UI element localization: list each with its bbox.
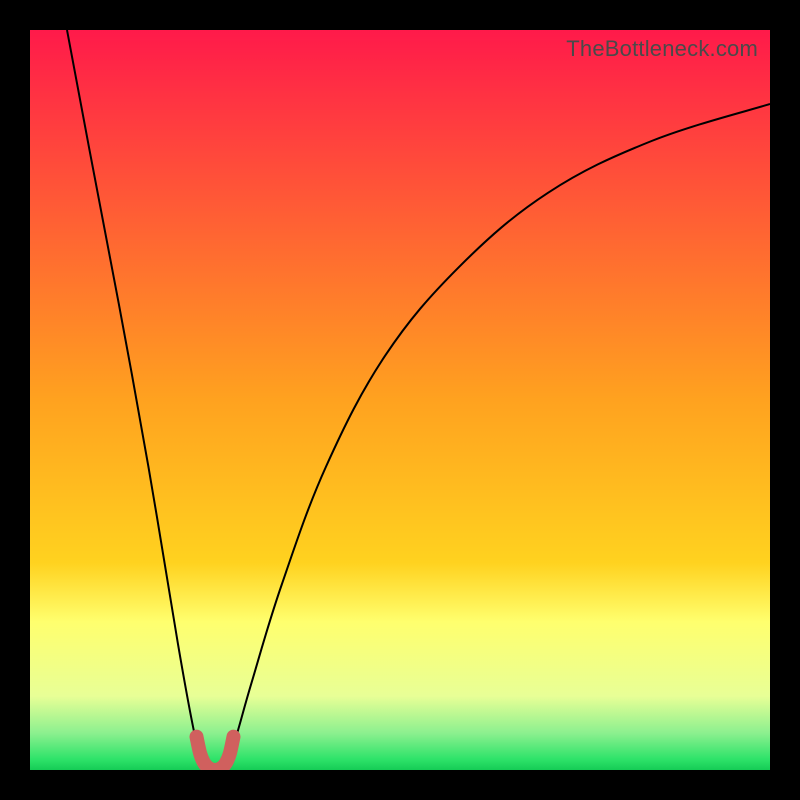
curve-highlight xyxy=(197,737,234,770)
bottleneck-curve xyxy=(67,30,770,770)
plot-area: TheBottleneck.com xyxy=(30,30,770,770)
curve-svg xyxy=(30,30,770,770)
outer-frame: TheBottleneck.com xyxy=(0,0,800,800)
